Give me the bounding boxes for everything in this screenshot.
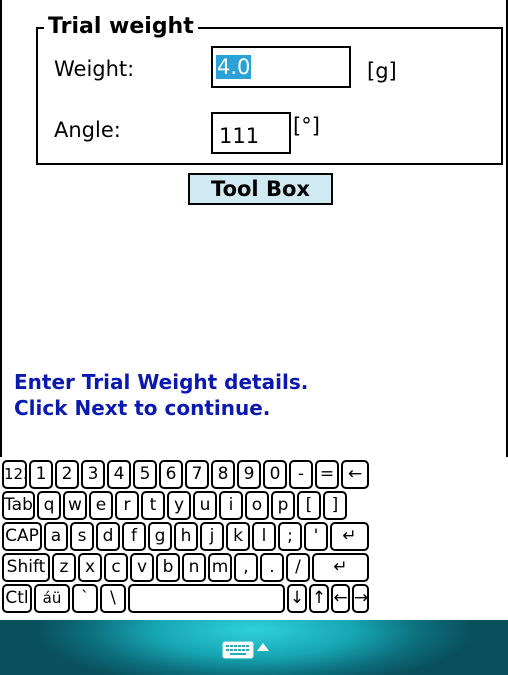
key-left-bracket[interactable]: [ xyxy=(297,491,321,520)
sip-menu-arrow-icon[interactable] xyxy=(257,643,269,651)
weight-unit: [g] xyxy=(367,59,397,83)
key-2[interactable]: 2 xyxy=(55,460,79,489)
key-right-bracket[interactable]: ] xyxy=(323,491,347,520)
key-n[interactable]: n xyxy=(182,553,206,582)
instruction-line-1: Enter Trial Weight details. xyxy=(14,370,309,394)
key-s[interactable]: s xyxy=(70,522,94,551)
key-backtick[interactable]: ` xyxy=(72,584,98,613)
key-m[interactable]: m xyxy=(208,553,232,582)
key-t[interactable]: t xyxy=(141,491,165,520)
angle-value: 111 xyxy=(219,124,260,148)
key-caps[interactable]: CAP xyxy=(2,522,42,551)
key-9[interactable]: 9 xyxy=(237,460,261,489)
key-e[interactable]: e xyxy=(89,491,113,520)
key-r[interactable]: r xyxy=(115,491,139,520)
key-arrow-down[interactable]: ↓ xyxy=(287,584,307,613)
key-6[interactable]: 6 xyxy=(159,460,183,489)
key-c[interactable]: c xyxy=(104,553,128,582)
key-arrow-left[interactable]: ← xyxy=(331,584,350,613)
key-b[interactable]: b xyxy=(156,553,180,582)
key-y[interactable]: y xyxy=(167,491,191,520)
taskbar xyxy=(0,620,508,675)
weight-value: 4.0 xyxy=(216,55,252,79)
key-slash[interactable]: / xyxy=(286,553,310,582)
key-k[interactable]: k xyxy=(226,522,250,551)
instruction-line-2: Click Next to continue. xyxy=(14,396,271,420)
key-shift[interactable]: Shift xyxy=(2,553,50,582)
key-u[interactable]: u xyxy=(193,491,217,520)
soft-keyboard: 123 1 2 3 4 5 6 7 8 9 0 - = ← Tab q w e … xyxy=(0,457,508,620)
key-d[interactable]: d xyxy=(96,522,120,551)
key-w[interactable]: w xyxy=(63,491,87,520)
key-intl[interactable]: áü xyxy=(34,584,70,613)
key-space[interactable] xyxy=(128,584,285,613)
key-123[interactable]: 123 xyxy=(2,460,27,489)
key-period[interactable]: . xyxy=(260,553,284,582)
key-enter[interactable]: ↵ xyxy=(312,553,369,582)
weight-input[interactable]: 4.0 xyxy=(211,46,351,88)
trial-weight-group-title: Trial weight xyxy=(44,14,198,40)
key-h[interactable]: h xyxy=(174,522,198,551)
key-ctrl[interactable]: Ctl xyxy=(2,584,32,613)
key-x[interactable]: x xyxy=(78,553,102,582)
key-4[interactable]: 4 xyxy=(107,460,131,489)
key-equals[interactable]: = xyxy=(315,460,339,489)
key-1[interactable]: 1 xyxy=(29,460,53,489)
key-l[interactable]: l xyxy=(252,522,276,551)
key-j[interactable]: j xyxy=(200,522,224,551)
key-backslash[interactable]: \ xyxy=(100,584,126,613)
key-semicolon[interactable]: ; xyxy=(278,522,302,551)
key-backspace[interactable]: ← xyxy=(341,460,369,489)
key-z[interactable]: z xyxy=(52,553,76,582)
key-q[interactable]: q xyxy=(37,491,61,520)
weight-label: Weight: xyxy=(54,57,135,81)
tool-box-button[interactable]: Tool Box xyxy=(188,173,333,205)
key-a[interactable]: a xyxy=(44,522,68,551)
key-comma[interactable]: , xyxy=(234,553,258,582)
key-7[interactable]: 7 xyxy=(185,460,209,489)
angle-unit: [°] xyxy=(293,114,320,138)
key-g[interactable]: g xyxy=(148,522,172,551)
keyboard-icon[interactable] xyxy=(222,640,254,660)
key-enter-top[interactable]: ↵ xyxy=(330,522,369,551)
key-arrow-right[interactable]: → xyxy=(352,584,369,613)
key-p[interactable]: p xyxy=(271,491,295,520)
key-8[interactable]: 8 xyxy=(211,460,235,489)
angle-label: Angle: xyxy=(54,118,121,142)
key-arrow-up[interactable]: ↑ xyxy=(309,584,329,613)
key-5[interactable]: 5 xyxy=(133,460,157,489)
key-tab[interactable]: Tab xyxy=(2,491,35,520)
key-i[interactable]: i xyxy=(219,491,243,520)
key-minus[interactable]: - xyxy=(289,460,313,489)
key-quote[interactable]: ' xyxy=(304,522,328,551)
key-3[interactable]: 3 xyxy=(81,460,105,489)
key-v[interactable]: v xyxy=(130,553,154,582)
key-0[interactable]: 0 xyxy=(263,460,287,489)
angle-input[interactable]: 111 xyxy=(211,112,291,154)
key-f[interactable]: f xyxy=(122,522,146,551)
key-o[interactable]: o xyxy=(245,491,269,520)
